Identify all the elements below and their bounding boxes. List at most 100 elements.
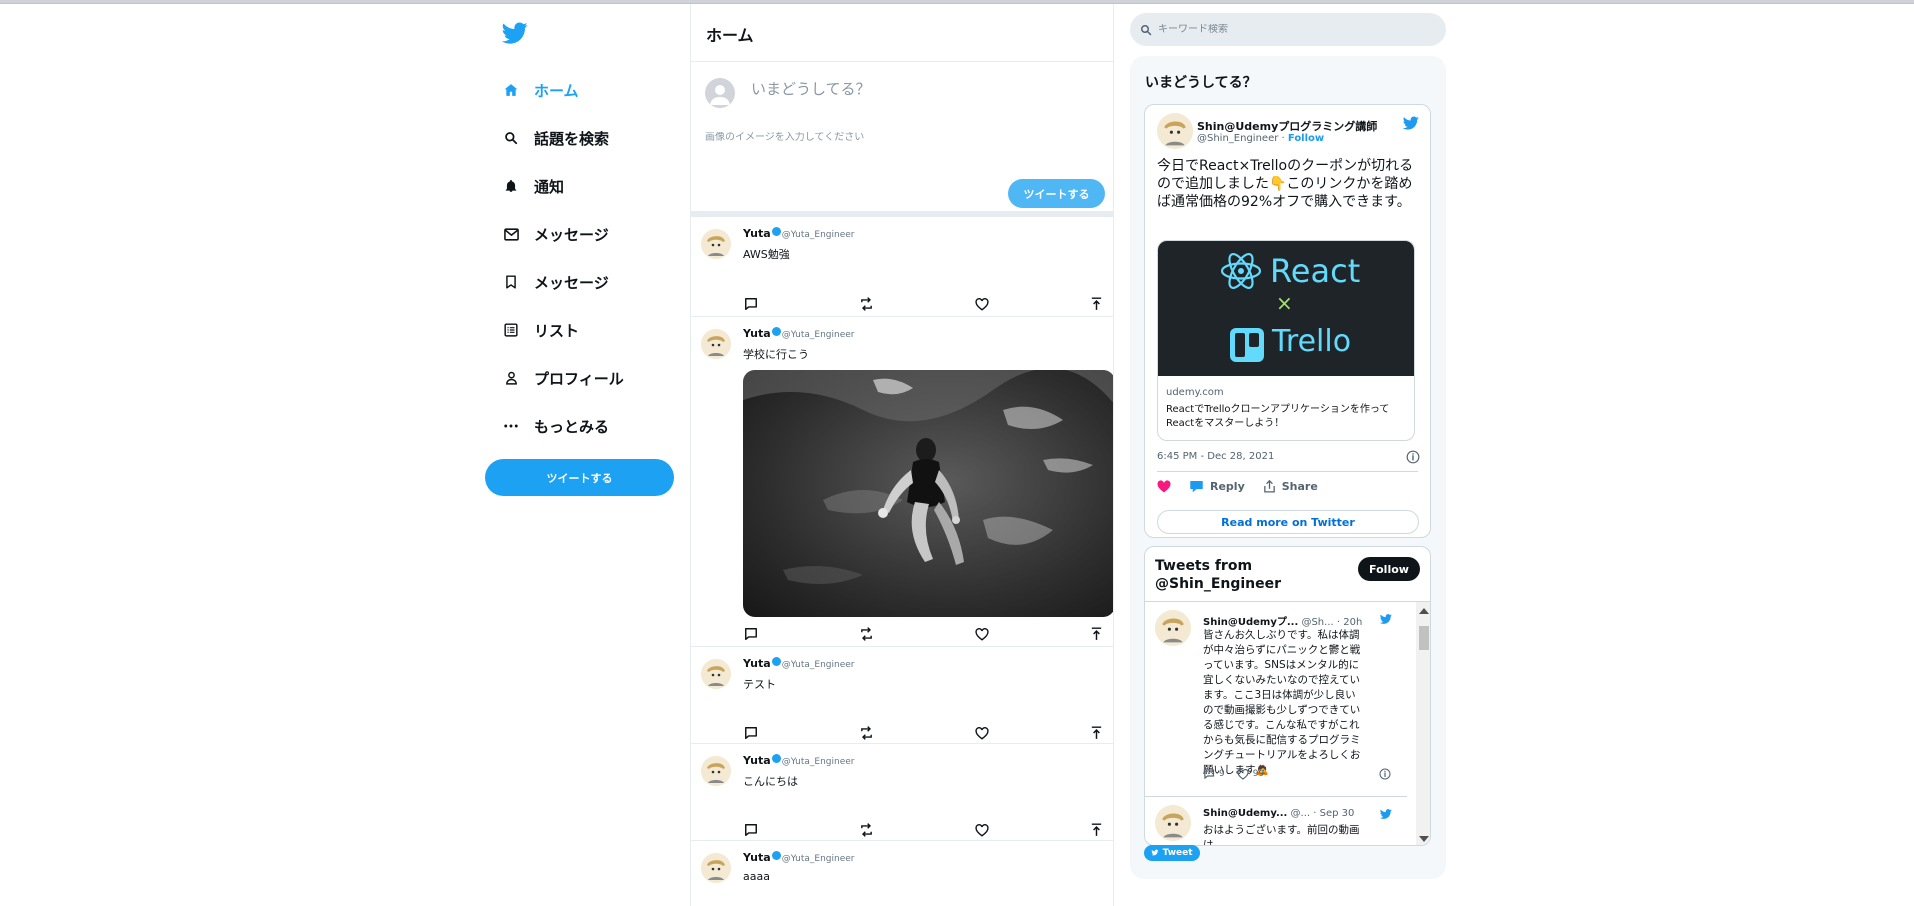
avatar[interactable] [1155,610,1191,646]
sidebar-tweet-button[interactable]: ツイートする [485,459,674,496]
post-author-handle[interactable]: @Yuta_Engineer [782,854,855,864]
timeline-tweet-text: 皆さんお久しぶりです。私は体調が中々治らずにパニックと鬱と戦っています。SNSは… [1203,629,1361,776]
post-image[interactable] [743,370,1113,617]
avatar[interactable] [1157,113,1193,149]
post-author-handle[interactable]: @Yuta_Engineer [782,330,855,340]
embed-author-name[interactable]: Shin@Udemyプログラミング講師 [1197,118,1377,134]
post-author-name[interactable]: Yuta [743,227,771,240]
tweet-text-input[interactable] [751,80,1091,98]
sidebar: ホーム 話題を検索 通知 メッセージ メッセージ リスト プロフィール もっとみ… [484,4,690,906]
more-icon [502,417,520,435]
verified-badge-icon [771,227,781,236]
share-icon[interactable] [1089,626,1105,642]
like-icon[interactable] [1237,768,1249,780]
main-header: ホーム [691,4,1113,62]
like-icon[interactable] [974,626,990,642]
post-author-handle[interactable]: @Yuta_Engineer [782,660,855,670]
panel-title: いまどうしてる？ [1145,75,1257,91]
like-count: 99 [1252,769,1265,779]
tweet-author-handle[interactable]: @... [1291,808,1311,819]
post-author-handle[interactable]: @Yuta_Engineer [782,757,855,767]
post-author-name[interactable]: Yuta [743,851,771,864]
nav-item-messages[interactable]: メッセージ [484,210,690,258]
info-icon[interactable] [1379,768,1391,780]
tweet-author-name[interactable]: Shin@Udemyプ... [1203,617,1298,628]
retweet-icon[interactable] [858,626,874,642]
embedded-timeline: Tweets from @Shin_Engineer Follow Shin@U… [1144,546,1431,846]
info-icon[interactable] [1406,450,1420,464]
scroll-up-arrow-icon[interactable] [1419,608,1429,614]
embedded-tweet[interactable]: Shin@Udemyプログラミング講師 @Shin_Engineer · Fol… [1144,104,1431,538]
share-icon[interactable] [1089,725,1105,741]
reply-icon[interactable] [743,725,759,741]
search-icon [1141,24,1152,35]
scroll-down-arrow-icon[interactable] [1419,836,1429,842]
post-author-name[interactable]: Yuta [743,327,771,340]
retweet-icon[interactable] [858,296,874,312]
reply-icon[interactable] [743,822,759,838]
retweet-icon[interactable] [858,725,874,741]
nav-item-notifications[interactable]: 通知 [484,162,690,210]
nav-item-lists[interactable]: リスト [484,306,690,354]
share-icon[interactable] [1089,822,1105,838]
like-action[interactable] [1157,479,1171,493]
share-action[interactable]: Share [1263,479,1318,493]
mail-icon [502,225,520,243]
post-author-handle[interactable]: @Yuta_Engineer [782,230,855,240]
nav-item-profile[interactable]: プロフィール [484,354,690,402]
composer-tweet-button[interactable]: ツイートする [1008,179,1105,208]
avatar[interactable] [701,329,731,359]
person-icon [502,369,520,387]
avatar[interactable] [1155,805,1191,841]
like-icon[interactable] [974,822,990,838]
tweet-composer: ツイートする [691,62,1113,217]
timeline-tweet[interactable]: Shin@Udemy... @... · Sep 30 おはようございます。前回… [1145,797,1405,845]
avatar[interactable] [701,853,731,883]
like-icon[interactable] [974,296,990,312]
timeline-tweet-header: Shin@Udemy... @... · Sep 30 [1203,808,1383,819]
timeline-tweet[interactable]: Shin@Udemyプ... @Sh... · 20h 皆さんお久しぶりです。私… [1145,602,1405,796]
nav-item-bookmarks[interactable]: メッセージ [484,258,690,306]
timeline-follow-button[interactable]: Follow [1358,557,1420,581]
embed-timestamp[interactable]: 6:45 PM - Dec 28, 2021 [1157,451,1274,462]
nav-item-home[interactable]: ホーム [484,66,690,114]
scroll-thumb[interactable] [1419,626,1429,650]
divider [1157,471,1418,472]
reply-icon[interactable] [743,626,759,642]
avatar[interactable] [701,659,731,689]
retweet-icon[interactable] [858,822,874,838]
twitter-bird-icon[interactable] [1402,115,1420,131]
reply-icon[interactable] [1203,768,1215,780]
tweet-author-name[interactable]: Shin@Udemy... [1203,808,1287,819]
tweet-button[interactable]: Tweet [1144,845,1200,861]
read-more-button[interactable]: Read more on Twitter [1157,510,1419,534]
avatar[interactable] [701,756,731,786]
twitter-logo-icon[interactable] [502,20,528,46]
reply-icon[interactable] [743,296,759,312]
timeline-scrollbar[interactable] [1416,602,1430,845]
post-author-name[interactable]: Yuta [743,754,771,767]
embed-follow-link[interactable]: Follow [1288,133,1324,144]
like-icon[interactable] [974,725,990,741]
twitter-bird-icon[interactable] [1379,613,1393,625]
reply-action[interactable]: Reply [1189,479,1245,493]
post-actions [743,725,1109,741]
avatar[interactable] [701,229,731,259]
post-header: Yuta @Yuta_Engineer [743,657,1113,672]
post-author-name[interactable]: Yuta [743,657,771,670]
tweet-image-input[interactable] [705,132,1085,143]
timeline-body[interactable]: Shin@Udemyプ... @Sh... · 20h 皆さんお久しぶりです。私… [1145,601,1430,845]
search-bar[interactable] [1130,13,1446,46]
search-input[interactable] [1158,24,1418,35]
tweet-time[interactable]: · Sep 30 [1313,808,1354,819]
tweet-author-handle[interactable]: @Sh... [1301,617,1333,628]
tweet-time[interactable]: · 20h [1337,617,1362,628]
link-card[interactable]: React × Trello udemy.com ReactでTrelloクロー… [1157,240,1415,441]
embed-author-handle[interactable]: @Shin_Engineer [1197,133,1278,144]
nav-item-explore[interactable]: 話題を検索 [484,114,690,162]
share-icon[interactable] [1089,296,1105,312]
home-icon [502,81,520,99]
reply-bubble-icon [1190,481,1203,493]
nav-item-more[interactable]: もっとみる [484,402,690,450]
twitter-bird-icon[interactable] [1379,808,1393,820]
